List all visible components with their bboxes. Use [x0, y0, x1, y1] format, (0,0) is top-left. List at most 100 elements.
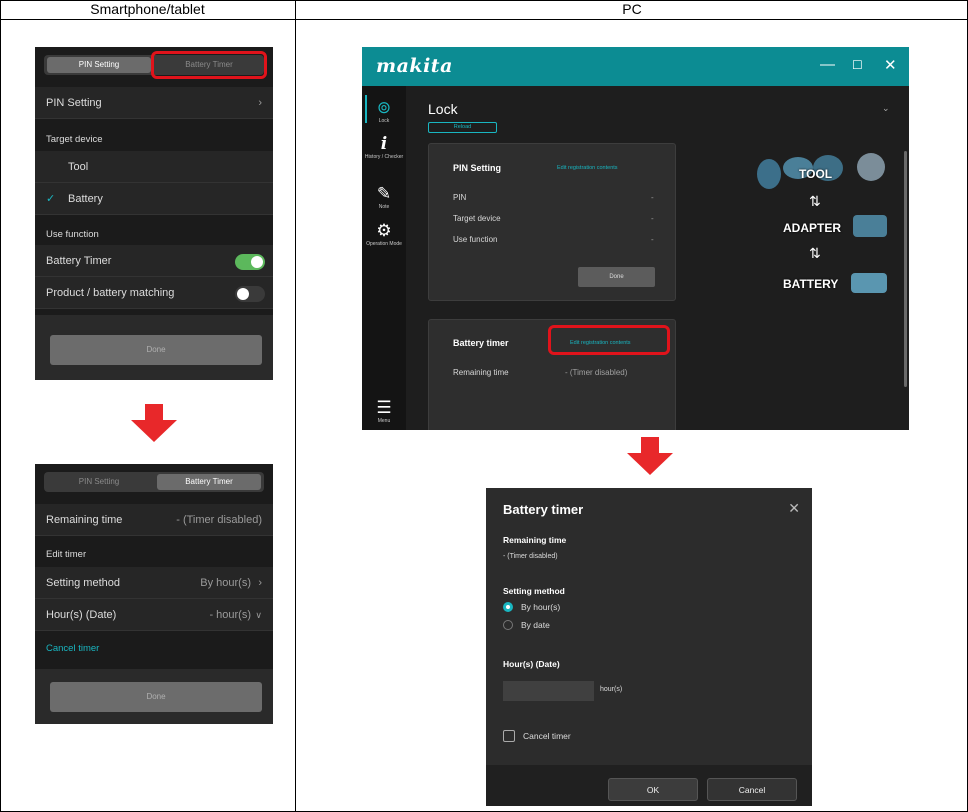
- tool-adapter-battery-graphic: TOOL ⇅ ADAPTER ⇅ BATTERY: [747, 149, 887, 295]
- cancel-timer-link[interactable]: Cancel timer: [46, 643, 99, 654]
- pin-setting-row[interactable]: PIN Setting ›: [35, 87, 273, 119]
- toggle-knob: [251, 256, 263, 268]
- maximize-icon[interactable]: ☐: [852, 58, 863, 72]
- sidebar-item-operation-mode[interactable]: ⚙ Operation Mode: [362, 221, 406, 247]
- battery-image: [851, 273, 887, 293]
- lock-icon: ⊚: [376, 98, 392, 117]
- sidebar-item-lock[interactable]: ⊚ Lock: [362, 98, 406, 124]
- close-icon[interactable]: ✕: [884, 56, 897, 74]
- hours-unit: hour(s): [600, 686, 623, 693]
- hours-row[interactable]: Hour(s) (Date) - hour(s) ∨: [35, 599, 273, 631]
- battery-option-label: Battery: [68, 193, 103, 205]
- pin-label: PIN: [453, 193, 467, 202]
- use-function-header: Use function: [46, 229, 99, 240]
- pin-done-button[interactable]: Done: [578, 267, 655, 287]
- tool-image: [757, 159, 781, 189]
- done-button[interactable]: Done: [50, 682, 262, 712]
- setting-method-label: Setting method: [503, 586, 565, 596]
- battery-option-row[interactable]: ✓ Battery: [35, 183, 273, 215]
- battery-timer-label: Battery Timer: [46, 255, 112, 267]
- pin-setting-card: PIN Setting Edit registration contents P…: [428, 143, 676, 301]
- sidebar-label: History / Checker: [364, 154, 404, 160]
- battery-timer-toggle[interactable]: [235, 254, 265, 270]
- operation-mode-icon: ⚙: [376, 221, 392, 240]
- pc-app-window: makita — ☐ ✕ ⊚ Lock i History / Checker …: [362, 47, 909, 430]
- sidebar: ⊚ Lock i History / Checker ✎ Note ⚙ Oper…: [362, 86, 406, 430]
- ok-button[interactable]: OK: [608, 778, 698, 801]
- tool-option-row[interactable]: Tool: [35, 151, 273, 183]
- toggle-knob: [237, 288, 249, 300]
- pin-setting-label: PIN Setting: [46, 97, 102, 109]
- menu-icon: ☰: [376, 398, 392, 417]
- sidebar-item-note[interactable]: ✎ Note: [362, 184, 406, 210]
- chevron-right-icon: ›: [258, 577, 262, 589]
- note-icon: ✎: [376, 184, 392, 203]
- pin-edit-link[interactable]: Edit registration contents: [557, 165, 618, 171]
- hours-value: - hour(s): [209, 609, 251, 621]
- tab-pin-setting[interactable]: PIN Setting: [47, 57, 151, 73]
- hours-label: Hour(s) (Date): [46, 609, 117, 621]
- chevron-down-icon[interactable]: ⌄: [882, 103, 890, 114]
- tool-option-label: Tool: [68, 161, 89, 173]
- tool-image: [857, 153, 885, 181]
- info-icon: i: [380, 134, 388, 154]
- product-matching-toggle[interactable]: [235, 286, 265, 302]
- cancel-timer-label: Cancel timer: [523, 731, 571, 741]
- sidebar-item-menu[interactable]: ☰ Menu: [362, 398, 406, 424]
- remaining-time-value: - (Timer disabled): [176, 514, 262, 526]
- makita-logo: makita: [376, 55, 453, 77]
- use-function-value: -: [651, 235, 654, 244]
- minimize-icon[interactable]: —: [820, 56, 835, 73]
- setting-method-row[interactable]: Setting method By hour(s) ›: [35, 567, 273, 599]
- battery-card-title: Battery timer: [453, 338, 509, 348]
- highlight-battery-timer-tab: [151, 51, 267, 79]
- cancel-timer-checkbox[interactable]: [503, 730, 515, 742]
- done-button[interactable]: Done: [50, 335, 262, 365]
- phone-screen-pin-setting: PIN Setting Battery Timer PIN Setting › …: [35, 47, 273, 380]
- column-header-smartphone: Smartphone/tablet: [90, 1, 205, 17]
- remaining-time-value: - (Timer disabled): [503, 553, 558, 560]
- tab-pin-setting[interactable]: PIN Setting: [47, 474, 151, 490]
- page-title: Lock: [428, 101, 458, 117]
- setting-method-value: By hour(s): [200, 577, 251, 589]
- pin-card-title: PIN Setting: [453, 163, 502, 173]
- hours-label: Hour(s) (Date): [503, 659, 560, 669]
- adapter-label: ADAPTER: [783, 221, 842, 235]
- check-icon: ✓: [46, 193, 56, 205]
- remaining-time-label: Remaining time: [453, 368, 509, 377]
- sidebar-label: Note: [378, 204, 390, 210]
- hours-input[interactable]: [503, 681, 594, 701]
- header-divider: [0, 19, 968, 20]
- segmented-tabs: PIN Setting Battery Timer: [44, 472, 264, 492]
- close-icon[interactable]: ✕: [788, 500, 800, 517]
- column-header-pc: PC: [622, 1, 642, 17]
- tab-battery-timer[interactable]: Battery Timer: [157, 474, 261, 490]
- radio-by-hours-label: By hour(s): [521, 602, 561, 612]
- tool-label: TOOL: [799, 167, 833, 181]
- radio-by-date[interactable]: [503, 620, 513, 630]
- remaining-time-label: Remaining time: [503, 535, 567, 545]
- pin-value: -: [651, 193, 654, 202]
- swap-arrows-icon: ⇅: [809, 193, 821, 209]
- target-device-value: -: [651, 214, 654, 223]
- target-device-header: Target device: [46, 134, 103, 145]
- edit-timer-header: Edit timer: [46, 549, 87, 560]
- radio-by-date-label: By date: [521, 620, 550, 630]
- cancel-button[interactable]: Cancel: [707, 778, 797, 801]
- setting-method-label: Setting method: [46, 577, 120, 589]
- sidebar-item-history[interactable]: i History / Checker: [362, 134, 406, 160]
- target-device-label: Target device: [453, 214, 501, 223]
- chevron-down-icon: ∨: [255, 610, 262, 620]
- remaining-time-row: Remaining time - (Timer disabled): [35, 504, 273, 536]
- battery-label: BATTERY: [783, 277, 839, 291]
- adapter-image: [853, 215, 887, 237]
- sidebar-label: Menu: [377, 418, 391, 424]
- swap-arrows-icon: ⇅: [809, 245, 821, 261]
- chevron-right-icon: ›: [258, 97, 262, 109]
- radio-by-hours[interactable]: [503, 602, 513, 612]
- phone-screen-battery-timer: PIN Setting Battery Timer Remaining time…: [35, 464, 273, 724]
- scrollbar[interactable]: [904, 151, 907, 387]
- reload-button[interactable]: Reload: [428, 122, 497, 133]
- highlight-battery-edit-link: [548, 325, 670, 355]
- remaining-time-value: - (Timer disabled): [565, 368, 628, 377]
